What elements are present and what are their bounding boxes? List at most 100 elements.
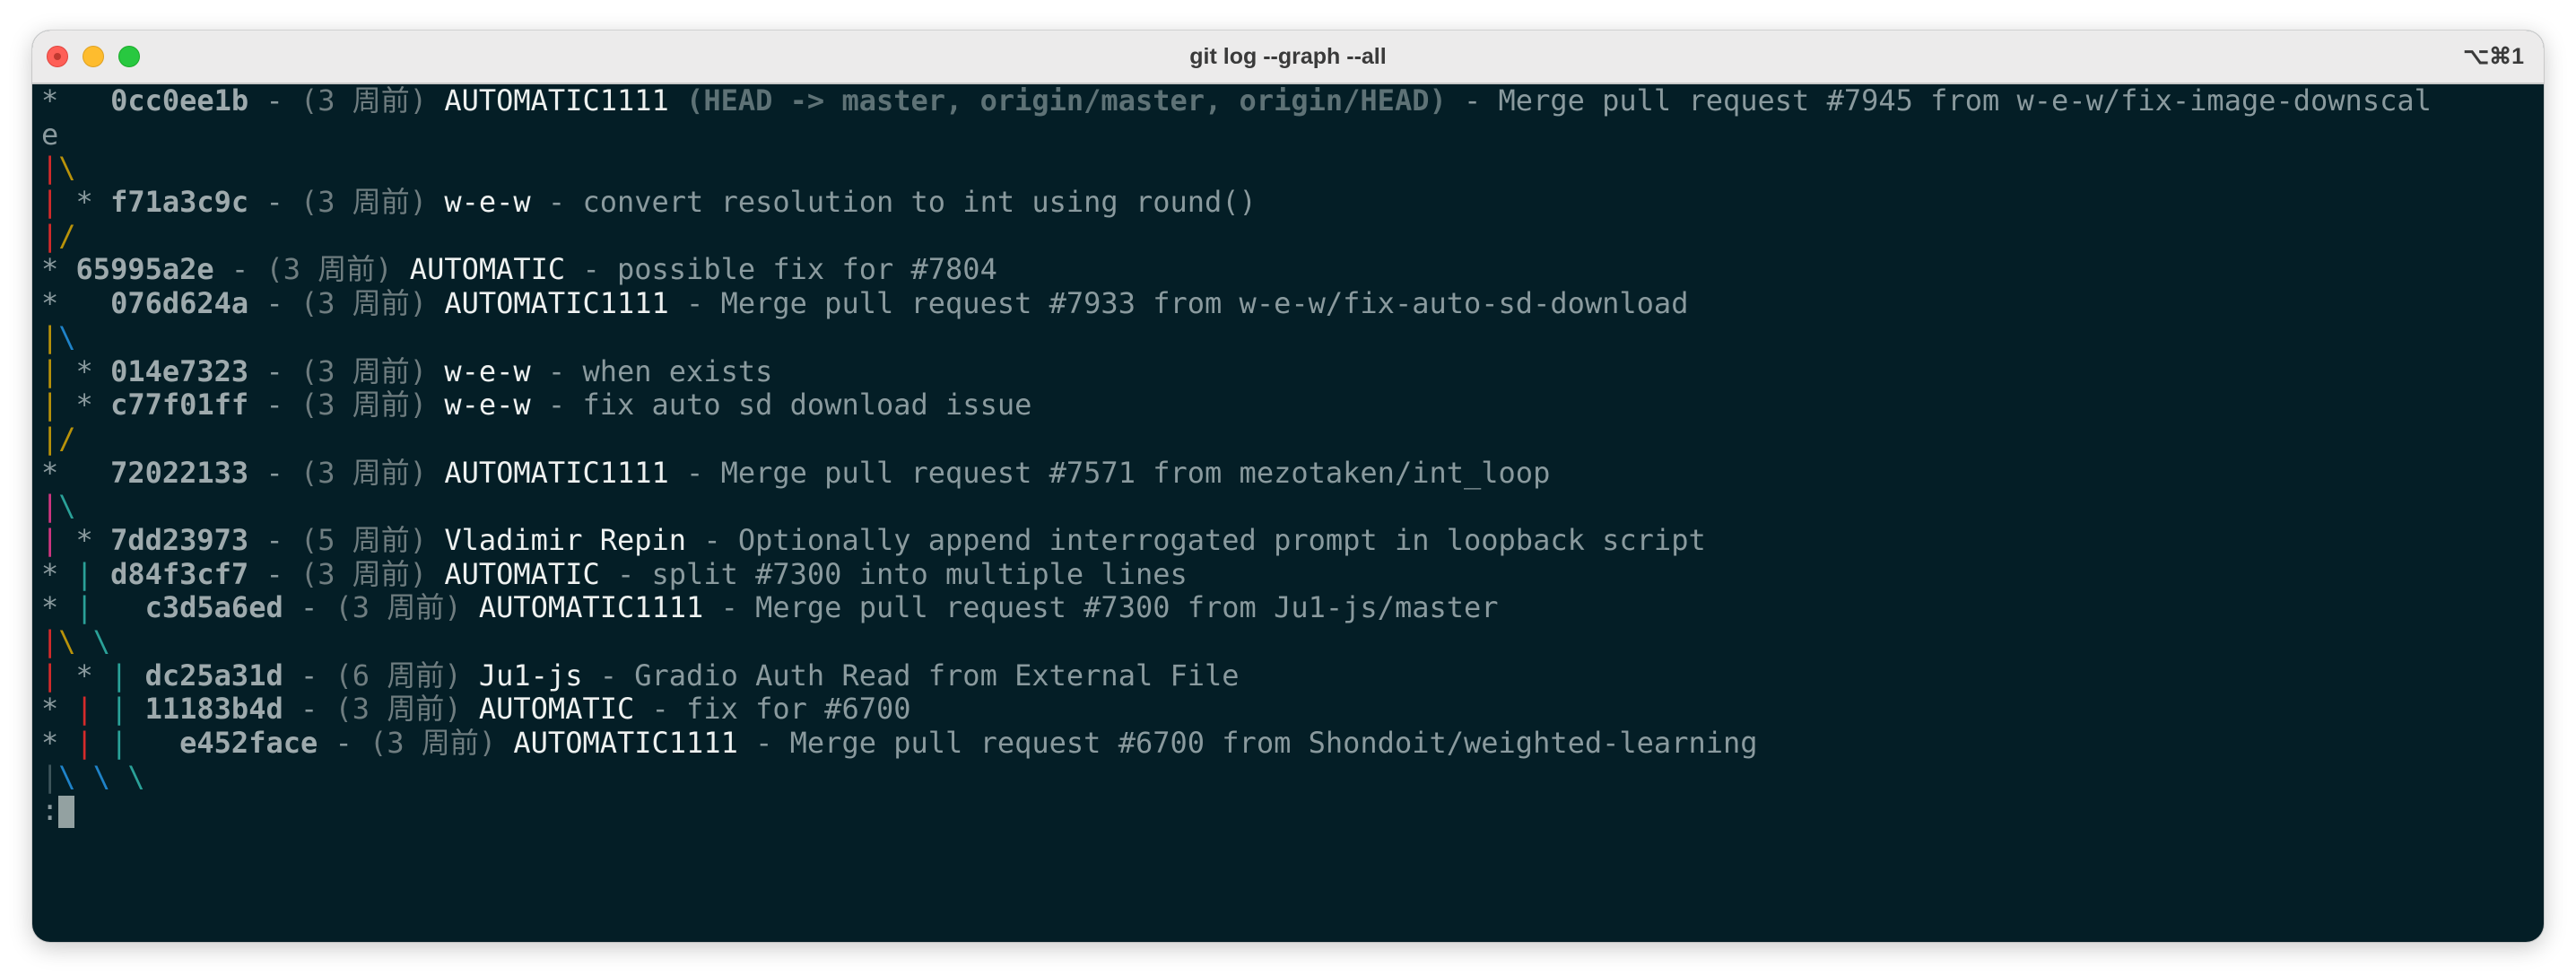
graph-segment: * xyxy=(41,557,76,591)
graph-segment: | xyxy=(75,727,93,761)
commit-author: Vladimir Repin xyxy=(444,523,687,557)
graph-line: |\ xyxy=(41,152,2544,186)
graph-line: |\ xyxy=(41,490,2544,524)
graph-segment: | xyxy=(75,693,93,727)
commit-line: * 65995a2e - (3 周前) AUTOMATIC - possible… xyxy=(41,253,997,287)
commit-line: * | | 11183b4d - (3 周前) AUTOMATIC - fix … xyxy=(41,693,911,727)
graph-segment: | xyxy=(41,388,59,423)
graph-segment: \ xyxy=(92,625,111,658)
commit-date: (3 周前) xyxy=(300,287,428,321)
graph-line: |\ \ xyxy=(41,625,2544,659)
commit-message: Merge pull request #7933 from w-e-w/fix-… xyxy=(720,287,1689,321)
graph-segment: \ xyxy=(58,625,76,658)
commit-line: | * c77f01ff - (3 周前) w-e-w - fix auto s… xyxy=(41,388,1032,423)
commit-hash: 0cc0ee1b xyxy=(110,84,249,118)
graph-segment xyxy=(110,761,127,794)
graph-segment: | xyxy=(41,422,59,456)
commit-hash: e452face xyxy=(179,727,318,761)
commit-date: (6 周前) xyxy=(335,658,462,693)
terminal-output[interactable]: * 0cc0ee1b - (3 周前) AUTOMATIC1111 (HEAD … xyxy=(32,84,2544,942)
commit-date: (3 周前) xyxy=(335,591,462,625)
commit-message: Gradio Auth Read from External File xyxy=(634,658,1240,693)
graph-segment: * xyxy=(58,388,111,423)
graph-segment xyxy=(93,591,145,624)
commit-date: (3 周前) xyxy=(300,557,428,591)
graph-segment xyxy=(76,625,93,658)
commit-message: Merge pull request #6700 from Shondoit/w… xyxy=(789,727,1758,761)
commit-date: (3 周前) xyxy=(300,388,428,423)
graph-segment: * xyxy=(41,287,111,321)
pager-prompt: : xyxy=(41,794,59,828)
commit-author: AUTOMATIC1111 xyxy=(478,591,704,625)
commit-author: AUTOMATIC1111 xyxy=(513,727,738,761)
commit-author: w-e-w xyxy=(444,388,531,423)
graph-segment: | xyxy=(41,354,59,388)
commit-author: w-e-w xyxy=(444,354,531,388)
commit-author: Ju1-js xyxy=(478,658,583,693)
commit-line: | * | dc25a31d - (6 周前) Ju1-js - Gradio … xyxy=(41,658,1240,693)
commit-message: Merge pull request #7945 from w-e-w/fix-… xyxy=(1498,84,2432,118)
graph-segment: | xyxy=(110,658,128,693)
window-shortcut: ⌥⌘1 xyxy=(2463,44,2524,69)
commit-hash: d84f3cf7 xyxy=(110,557,249,591)
commit-message: Merge pull request #7300 from Ju1-js/mas… xyxy=(755,591,1499,625)
graph-line: |\ \ \ xyxy=(41,761,2544,795)
commit-date: (5 周前) xyxy=(300,523,428,557)
commit-author: AUTOMATIC xyxy=(478,693,635,727)
commit-date: (3 周前) xyxy=(300,456,428,490)
graph-segment xyxy=(127,659,144,693)
graph-segment xyxy=(76,761,93,794)
graph-segment: | xyxy=(41,152,59,186)
graph-line: e xyxy=(41,118,2544,152)
commit-hash: f71a3c9c xyxy=(110,186,249,220)
graph-segment: | xyxy=(41,658,59,693)
terminal-window: git log --graph --all ⌥⌘1 * 0cc0ee1b - (… xyxy=(32,30,2544,942)
commit-hash: c77f01ff xyxy=(110,388,249,423)
commit-date: (3 周前) xyxy=(300,354,428,388)
graph-segment: | xyxy=(75,591,93,625)
graph-segment: \ xyxy=(58,320,76,354)
commit-message: fix auto sd download issue xyxy=(582,388,1032,423)
commit-author: AUTOMATIC1111 xyxy=(444,84,669,118)
commit-hash: 076d624a xyxy=(110,287,249,321)
graph-segment: \ xyxy=(58,152,76,186)
graph-segment: \ xyxy=(127,760,145,794)
commit-line: * | d84f3cf7 - (3 周前) AUTOMATIC - split … xyxy=(41,557,1188,591)
graph-segment: / xyxy=(58,219,76,253)
graph-segment: * xyxy=(41,727,76,761)
commit-message: possible fix for #7804 xyxy=(616,253,997,287)
text-cursor xyxy=(58,796,75,829)
commit-author: AUTOMATIC xyxy=(409,253,566,287)
graph-segment: \ xyxy=(58,760,76,794)
graph-segment: * xyxy=(58,523,111,557)
commit-line: * 72022133 - (3 周前) AUTOMATIC1111 - Merg… xyxy=(41,456,1551,490)
commit-line: | * 014e7323 - (3 周前) w-e-w - when exist… xyxy=(41,354,773,388)
commit-date: (3 周前) xyxy=(265,253,393,287)
commit-hash: c3d5a6ed xyxy=(144,591,283,625)
commit-hash: 7dd23973 xyxy=(110,523,249,557)
commit-author: w-e-w xyxy=(444,186,531,220)
window-title: git log --graph --all xyxy=(1189,44,1387,69)
commit-hash: dc25a31d xyxy=(144,658,283,693)
graph-segment: | xyxy=(41,625,59,658)
graph-segment: | xyxy=(110,727,128,761)
graph-segment: | xyxy=(41,523,59,557)
commit-message: Optionally append interrogated prompt in… xyxy=(737,523,1706,557)
graph-segment xyxy=(93,693,110,726)
graph-segment: * xyxy=(58,354,111,388)
graph-line: |/ xyxy=(41,220,2544,254)
graph-segment: * xyxy=(41,456,111,490)
commit-hash: 11183b4d xyxy=(144,693,283,727)
pager-prompt-line[interactable]: : xyxy=(41,794,2544,829)
commit-message: fix for #6700 xyxy=(686,693,911,727)
graph-segment: * xyxy=(41,84,111,118)
graph-segment xyxy=(127,727,179,760)
graph-segment: | xyxy=(41,219,59,253)
graph-segment: | xyxy=(41,186,59,220)
graph-segment: \ xyxy=(92,760,111,794)
commit-author: AUTOMATIC xyxy=(444,557,600,591)
git-log-lines: * 0cc0ee1b - (3 周前) AUTOMATIC1111 (HEAD … xyxy=(41,84,2544,794)
commit-message: when exists xyxy=(582,354,773,388)
graph-segment: | xyxy=(41,760,59,794)
commit-message: convert resolution to int using round() xyxy=(582,186,1257,220)
